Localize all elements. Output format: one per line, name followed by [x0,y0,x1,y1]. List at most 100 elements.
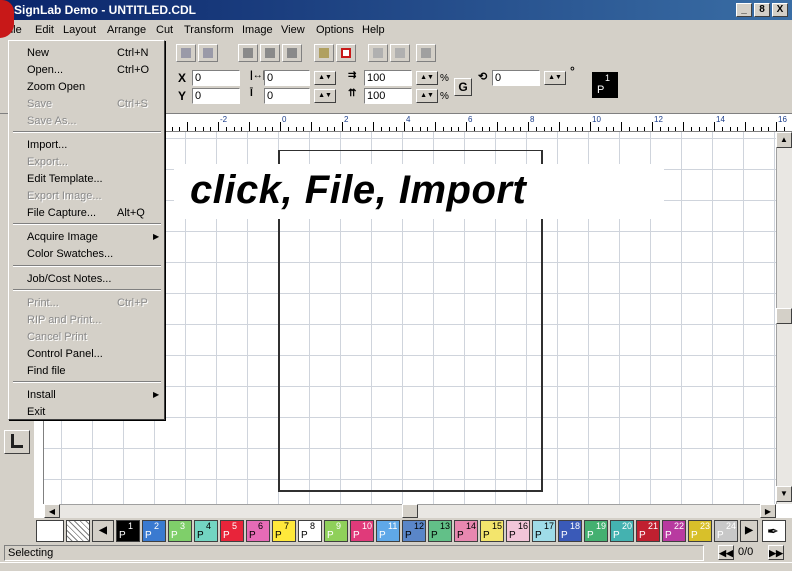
color-swatch[interactable]: P5 [220,520,244,542]
file-menu-item[interactable]: Install ▶ [27,387,162,403]
scroll-down-button[interactable]: ▼ [776,486,792,502]
color-swatch[interactable]: P 22 [662,520,686,542]
file-menu-item[interactable]: Color Swatches... [27,246,162,262]
current-pen-chip[interactable]: P 1 [592,72,618,98]
color-swatch[interactable]: P 19 [584,520,608,542]
vertical-scroll-thumb[interactable] [776,308,792,324]
color-swatch[interactable]: P1 [116,520,140,542]
file-menu-item[interactable]: Control Panel... [27,346,162,362]
menu-cut[interactable]: Cut [156,24,173,36]
swatch-label: P [249,530,256,541]
frame-button[interactable] [336,44,356,62]
vertical-scrollbar[interactable]: ▲ ▼ [776,132,792,504]
color-swatch[interactable]: P 12 [402,520,426,542]
color-swatch[interactable]: P 13 [428,520,452,542]
color-swatch[interactable]: P4 [194,520,218,542]
file-menu-item[interactable]: Import... [27,137,162,153]
file-menu-item[interactable]: Open... Ctrl+O [27,62,162,78]
scale-x-field[interactable]: 100 [364,70,412,86]
menu-view[interactable]: View [281,24,305,36]
preview-button[interactable] [368,44,388,62]
color-swatch[interactable]: P 20 [610,520,634,542]
ruler-tick [690,127,692,131]
scroll-left-button[interactable]: ◀ [44,504,60,518]
menu-edit[interactable]: Edit [35,24,54,36]
scroll-right-button[interactable]: ▶ [760,504,776,518]
scale-x-icon: ⇉ [348,70,357,81]
x-position-field[interactable]: 0 [192,70,240,86]
color-swatch[interactable]: P 18 [558,520,582,542]
menu-transform[interactable]: Transform [184,24,234,36]
plotter-tool-button[interactable] [4,430,30,454]
color-swatch[interactable]: P 21 [636,520,660,542]
no-color-swatch[interactable] [66,520,90,542]
color-swatch[interactable]: P 24 [714,520,738,542]
file-menu-item[interactable]: Acquire Image ▶ [27,229,162,245]
redo-button[interactable] [198,44,218,62]
color-swatch[interactable]: P 17 [532,520,556,542]
next-page-button[interactable]: ▶▶ [768,545,784,560]
horizontal-scrollbar[interactable]: ◀ ▶ [44,504,776,518]
menu-arrange[interactable]: Arrange [107,24,146,36]
height-spinner[interactable]: ▲▼ [314,89,336,103]
swatch-number: 2 [154,521,160,531]
file-menu-item[interactable]: File Capture... Alt+Q [27,205,162,221]
undo-button[interactable] [176,44,196,62]
menu-item-label: Export... [27,156,68,168]
menu-help[interactable]: Help [362,24,385,36]
y-position-field[interactable]: 0 [192,88,240,104]
color-swatch[interactable]: P3 [168,520,192,542]
menu-layout[interactable]: Layout [63,24,96,36]
color-swatch[interactable]: P 16 [506,520,530,542]
color-swatch[interactable]: P9 [324,520,348,542]
menu-options[interactable]: Options [316,24,354,36]
color-swatch[interactable]: P 11 [376,520,400,542]
color-swatch[interactable]: P 23 [688,520,712,542]
scroll-up-button[interactable]: ▲ [776,132,792,148]
palette-scroll-right[interactable]: ▶ [740,520,758,542]
menu-image[interactable]: Image [242,24,273,36]
scale-x-spinner[interactable]: ▲▼ [416,71,438,85]
color-swatch[interactable]: P 15 [480,520,504,542]
menu-item-shortcut: Ctrl+O [117,64,150,76]
height-field[interactable]: 0 [264,88,310,104]
lock-aspect-button[interactable]: G [454,78,472,96]
outline-swatch-tool[interactable]: ✒ [762,520,786,542]
file-menu-item[interactable]: Zoom Open [27,79,162,95]
menu-item-label: New [27,47,50,59]
group-button[interactable] [238,44,258,62]
color-swatch[interactable]: P6 [246,520,270,542]
ungroup-button[interactable] [260,44,280,62]
file-menu-item[interactable]: New Ctrl+N [27,45,162,61]
ruler-tick [582,127,584,131]
swatch-label: P [535,530,542,541]
width-spinner[interactable]: ▲▼ [314,71,336,85]
color-swatch[interactable]: P 14 [454,520,478,542]
no-fill-swatch[interactable] [36,520,64,542]
width-field[interactable]: 0 [264,70,310,86]
scale-y-field[interactable]: 100 [364,88,412,104]
scale-y-spinner[interactable]: ▲▼ [416,89,438,103]
file-menu-item[interactable]: Job/Cost Notes... [27,271,162,287]
plotter-button[interactable] [416,44,436,62]
previous-page-button[interactable]: ◀◀ [718,545,734,560]
horizontal-scroll-thumb[interactable] [402,504,418,518]
ruler-tick [388,127,390,131]
color-swatch[interactable]: P 10 [350,520,374,542]
combine-button[interactable] [282,44,302,62]
rotation-field[interactable]: 0 [492,70,540,86]
file-menu-item[interactable]: Exit [27,404,162,420]
node-edit-button[interactable] [314,44,334,62]
file-menu-item[interactable]: Edit Template... [27,171,162,187]
close-button[interactable]: X [772,3,788,17]
color-swatch[interactable]: P8 [298,520,322,542]
color-swatch[interactable]: P7 [272,520,296,542]
file-menu-item[interactable]: Find file [27,363,162,379]
rotation-spinner[interactable]: ▲▼ [544,71,566,85]
palette-scroll-left[interactable]: ◀ [92,520,114,542]
ruler-tick [621,122,622,131]
color-swatch[interactable]: P2 [142,520,166,542]
minimize-button[interactable]: _ [736,3,752,17]
layers-button[interactable] [390,44,410,62]
maximize-button[interactable]: 8 [754,3,770,17]
